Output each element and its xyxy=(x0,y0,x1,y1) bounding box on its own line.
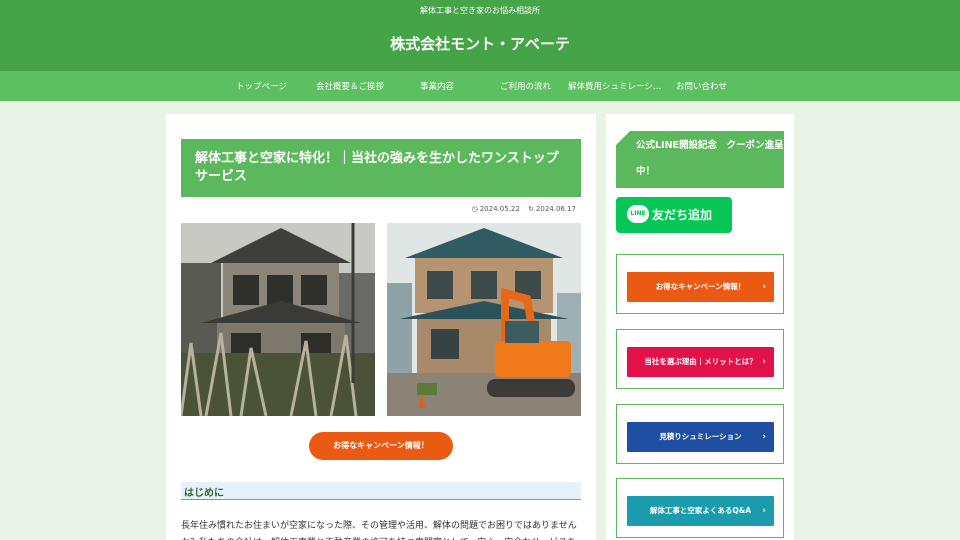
sidebar-card-estimate: 見積りシュミレーション › xyxy=(616,404,784,464)
estimate-link-label: 見積りシュミレーション xyxy=(659,432,742,441)
site-tagline: 解体工事と空き家のお悩み相談所 xyxy=(420,6,540,15)
nav-item-flow[interactable]: ご利用の流れ xyxy=(500,80,551,92)
demolition-excavator-photo xyxy=(387,223,581,416)
chevron-right-icon: › xyxy=(762,282,766,292)
reasons-link-label: 当社を選ぶ理由｜メリットとは？ xyxy=(644,357,757,366)
clock-icon: ◷ xyxy=(471,205,478,213)
site-title[interactable]: 株式会社モント・アベーテ xyxy=(0,33,960,54)
nav-item-simulation[interactable]: 解体費用シュミレーシ… xyxy=(568,80,661,92)
article-title: 解体工事と空家に特化！｜当社の強みを生かしたワンストップサービス xyxy=(181,139,581,197)
updated-date: 2024.06.17 xyxy=(535,205,576,213)
chevron-right-icon: › xyxy=(762,357,766,367)
chevron-right-icon: › xyxy=(762,506,766,516)
refresh-icon: ↻ xyxy=(528,205,534,213)
line-logo-icon: LINE xyxy=(627,205,649,223)
sidebar-card-campaign: お得なキャンペーン情報！ › xyxy=(616,254,784,314)
reasons-link-button[interactable]: 当社を選ぶ理由｜メリットとは？ › xyxy=(627,347,774,377)
global-nav: トップページ 会社概要＆ご挨拶 事業内容 ご利用の流れ 解体費用シュミレーシ… … xyxy=(0,71,960,101)
article-body: 長年住み慣れたお住まいが空家になった際、その管理や活用、解体の問題でお困りではあ… xyxy=(181,521,577,540)
campaign-link-button[interactable]: お得なキャンペーン情報！ › xyxy=(627,272,774,302)
section-heading: はじめに xyxy=(181,482,581,500)
faq-link-label: 解体工事と空家よくあるQ&A xyxy=(649,506,752,515)
campaign-link-label: お得なキャンペーン情報！ xyxy=(655,282,746,291)
published-date: 2024.05.22 xyxy=(479,205,520,213)
article-dates: ◷ 2024.05.22 ↻ 2024.06.17 xyxy=(466,205,576,213)
estimate-link-button[interactable]: 見積りシュミレーション › xyxy=(627,422,774,452)
sidebar-card-faq: 解体工事と空家よくあるQ&A › xyxy=(616,478,784,538)
add-friend-label: 友だち追加 xyxy=(652,208,713,222)
nav-item-company[interactable]: 会社概要＆ご挨拶 xyxy=(316,80,384,92)
sidebar-card-reasons: 当社を選ぶ理由｜メリットとは？ › xyxy=(616,329,784,389)
line-add-friend-button[interactable]: LINE 友だち追加 xyxy=(616,197,732,233)
main-content: 解体工事と空家に特化！｜当社の強みを生かしたワンストップサービス ◷ 2024.0… xyxy=(166,114,596,540)
site-header: 解体工事と空き家のお悩み相談所 株式会社モント・アベーテ xyxy=(0,0,960,71)
abandoned-house-photo xyxy=(181,223,375,416)
nav-item-contact[interactable]: お問い合わせ xyxy=(676,80,727,92)
chevron-right-icon: › xyxy=(762,432,766,442)
nav-item-top[interactable]: トップページ xyxy=(236,80,287,92)
nav-item-business[interactable]: 事業内容 xyxy=(420,80,454,92)
line-coupon-banner[interactable]: 公式LINE開設記念 クーポン進呈中！ xyxy=(616,131,784,188)
sidebar: 公式LINE開設記念 クーポン進呈中！ LINE 友だち追加 お得なキャンペーン… xyxy=(606,114,794,540)
campaign-button[interactable]: お得なキャンペーン情報！ xyxy=(309,432,453,460)
faq-link-button[interactable]: 解体工事と空家よくあるQ&A › xyxy=(627,496,774,526)
